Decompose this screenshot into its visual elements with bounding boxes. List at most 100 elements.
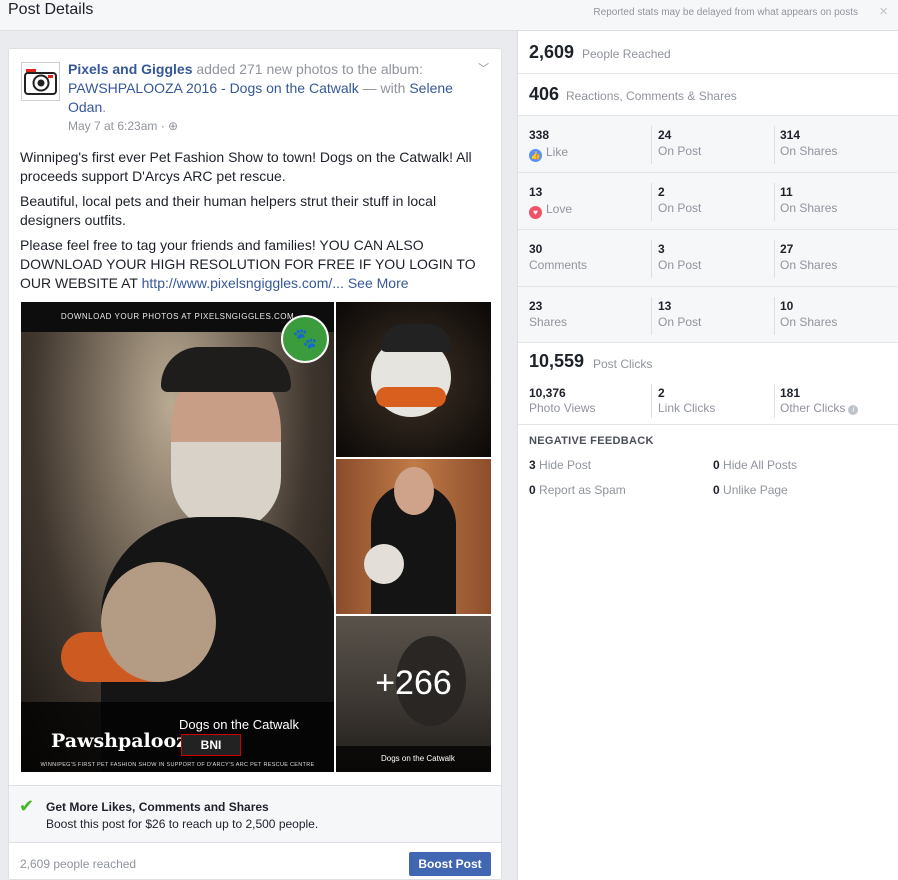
photo-thumb-3[interactable]: Dogs on the Catwalk +266 (336, 616, 491, 772)
post-clicks-label: Post Clicks (593, 357, 653, 371)
photo-main-hat (161, 347, 291, 392)
comments-total: 30 (529, 242, 543, 256)
shares-label: Shares (529, 315, 568, 329)
boost-post-button[interactable]: Boost Post (409, 852, 491, 876)
love-icon: ♥ (529, 206, 542, 219)
hide-all-posts-count: 0 (713, 458, 720, 472)
loves-on-shares: 11 (780, 185, 793, 199)
period: . (102, 99, 107, 115)
hide-post-stat: 3 Hide Post (529, 458, 591, 472)
likes-label: 👍 Like (529, 145, 568, 162)
post-body: Winnipeg's first ever Pet Fashion Show t… (20, 148, 492, 299)
photo-thumb-1-scarf (376, 387, 446, 407)
dialog-title: Post Details (8, 1, 94, 18)
boost-description: Boost this post for $26 to reach up to 2… (46, 817, 319, 831)
link-clicks-label: Link Clicks (658, 401, 716, 415)
with-separator: — with (358, 80, 410, 96)
photo-views-label: Photo Views (529, 401, 596, 415)
other-clicks-count: 181 (780, 386, 801, 400)
divider (774, 240, 775, 278)
engagement-section: 406 Reactions, Comments & Shares (518, 74, 898, 116)
photo-thumb-2[interactable] (336, 459, 491, 614)
website-link[interactable]: http://www.pixelsngiggles.com/... (142, 275, 344, 291)
likes-label-text: Like (546, 145, 569, 159)
post-paragraph-2: Beautiful, local pets and their human he… (20, 193, 437, 228)
camera-logo-icon (22, 63, 59, 100)
unlike-page-count: 0 (713, 483, 720, 497)
paw-badge-icon: 🐾 (281, 315, 329, 363)
photo-thumb-2-face (394, 467, 434, 515)
comments-on-shares-label: On Shares (780, 258, 838, 272)
photo-fine-print: WINNIPEG'S FIRST PET FASHION SHOW IN SUP… (40, 762, 315, 768)
likes-on-post-label: On Post (658, 144, 702, 158)
photo-caption: Dogs on the Catwalk (179, 717, 299, 732)
people-reached-text: 2,609 people reached (20, 857, 137, 871)
comments-on-post-label: On Post (658, 258, 702, 272)
loves-label: ♥ Love (529, 202, 572, 219)
divider (651, 126, 652, 164)
like-icon: 👍 (529, 149, 542, 162)
photo-thumb-3-caption: Dogs on the Catwalk (381, 754, 455, 763)
divider (651, 384, 652, 418)
loves-on-post: 2 (658, 185, 665, 199)
bni-logo: BNI (181, 734, 241, 756)
see-more-link[interactable]: See More (344, 275, 409, 291)
loves-on-shares-label: On Shares (780, 201, 838, 215)
photo-thumb-1-cap (381, 324, 451, 352)
boost-title: Get More Likes, Comments and Shares (46, 800, 269, 814)
divider (651, 183, 652, 221)
post-action: added 271 new photos to the album: (192, 61, 423, 77)
shares-on-shares: 10 (780, 299, 794, 313)
shares-on-post: 13 (658, 299, 672, 313)
page-name-link[interactable]: Pixels and Giggles (68, 61, 193, 77)
timestamp-text[interactable]: May 7 at 6:23am · (68, 119, 168, 133)
divider (774, 297, 775, 335)
boost-promo: ✔ Get More Likes, Comments and Shares Bo… (9, 785, 501, 843)
photo-main[interactable]: DOWNLOAD YOUR PHOTOS AT PIXELSNGIGGLES.C… (21, 302, 334, 772)
globe-icon[interactable]: ⊕ (168, 119, 178, 133)
other-clicks-label-text: Other Clicks (780, 401, 846, 415)
link-clicks-count: 2 (658, 386, 665, 400)
hide-post-count: 3 (529, 458, 536, 472)
hide-all-posts-label: Hide All Posts (719, 458, 798, 472)
post-menu-chevron-icon[interactable]: ﹀ (478, 60, 489, 76)
unlike-page-stat: 0 Unlike Page (713, 483, 788, 497)
engagement-label: Reactions, Comments & Shares (566, 89, 737, 103)
close-icon[interactable]: × (879, 3, 888, 20)
info-icon[interactable]: i (848, 405, 859, 415)
people-reached-count: 2,609 (529, 42, 575, 62)
post-clicks-section: 10,559 Post Clicks 10,376 Photo Views 2 … (518, 343, 898, 425)
divider (774, 384, 775, 418)
other-clicks-label: Other Clicks i (780, 401, 859, 415)
shares-total: 23 (529, 299, 543, 313)
post-card: Pixels and Giggles added 271 new photos … (8, 48, 502, 880)
album-link[interactable]: PAWSHPALOOZA 2016 - Dogs on the Catwalk (68, 80, 359, 96)
comments-on-post: 3 (658, 242, 665, 256)
likes-on-shares: 314 (780, 128, 801, 142)
loves-on-post-label: On Post (658, 201, 702, 215)
unlike-page-label: Unlike Page (719, 483, 788, 497)
page-avatar[interactable] (21, 62, 60, 101)
likes-on-post: 24 (658, 128, 672, 142)
more-photos-count[interactable]: +266 (336, 664, 491, 703)
checkmark-icon: ✔ (19, 796, 35, 816)
report-spam-stat: 0 Report as Spam (529, 483, 626, 497)
likes-total: 338 (529, 128, 550, 142)
photo-main-dog (101, 562, 216, 682)
divider (651, 297, 652, 335)
photo-views-count: 10,376 (529, 386, 566, 400)
report-spam-label: Report as Spam (535, 483, 626, 497)
likes-on-shares-label: On Shares (780, 144, 838, 158)
photo-thumb-1[interactable] (336, 302, 491, 457)
engagement-count: 406 (529, 84, 560, 104)
comments-label: Comments (529, 258, 588, 272)
comments-row: 30 Comments 3 On Post 27 On Shares (518, 230, 898, 287)
hide-post-label: Hide Post (535, 458, 592, 472)
shares-row: 23 Shares 13 On Post 10 On Shares (518, 287, 898, 343)
people-reached-label: People Reached (582, 47, 671, 61)
delay-notice: Reported stats may be delayed from what … (593, 7, 858, 18)
comments-on-shares: 27 (780, 242, 794, 256)
post-header-text: Pixels and Giggles added 271 new photos … (68, 60, 478, 117)
shares-on-shares-label: On Shares (780, 315, 838, 329)
divider (774, 126, 775, 164)
